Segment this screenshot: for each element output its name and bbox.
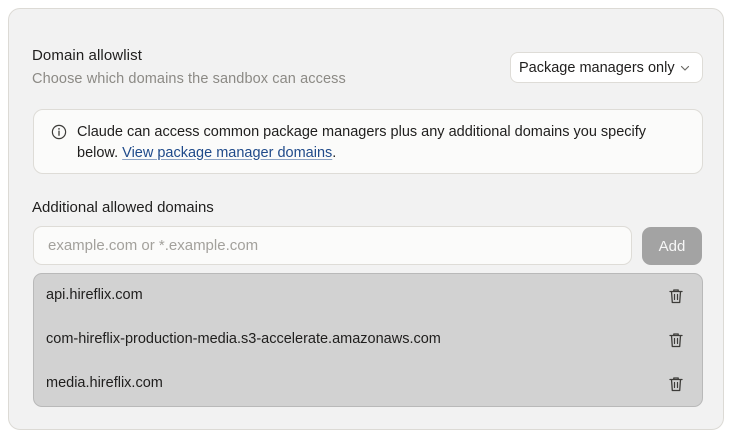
additional-domains-label: Additional allowed domains [32,199,214,216]
allowlist-mode-value: Package managers only [519,59,675,76]
domain-row: com-hireflix-production-media.s3-acceler… [34,318,702,362]
domain-name: media.hireflix.com [46,375,163,391]
trash-icon[interactable] [667,375,685,393]
allowlist-mode-select[interactable]: Package managers only [510,52,703,83]
trash-icon[interactable] [667,331,685,349]
domain-row: media.hireflix.com [34,362,702,406]
domain-row: api.hireflix.com [34,274,702,318]
package-manager-info-box: Claude can access common package manager… [33,109,703,174]
info-trailing: . [332,144,337,161]
domain-name: api.hireflix.com [46,287,143,303]
allowed-domains-list: api.hireflix.com com-hireflix-production… [33,273,703,407]
info-message: Claude can access common package manager… [77,122,687,163]
domain-name: com-hireflix-production-media.s3-acceler… [46,331,441,347]
allowlist-title: Domain allowlist [32,47,142,64]
allowlist-description: Choose which domains the sandbox can acc… [32,71,346,87]
domain-allowlist-panel: Domain allowlist Choose which domains th… [8,8,724,430]
info-icon [51,124,67,140]
chevron-down-icon [680,65,690,71]
add-domain-button[interactable]: Add [642,227,702,265]
view-package-manager-domains-link[interactable]: View package manager domains [122,145,332,161]
trash-icon[interactable] [667,287,685,305]
domain-input[interactable] [33,226,632,265]
